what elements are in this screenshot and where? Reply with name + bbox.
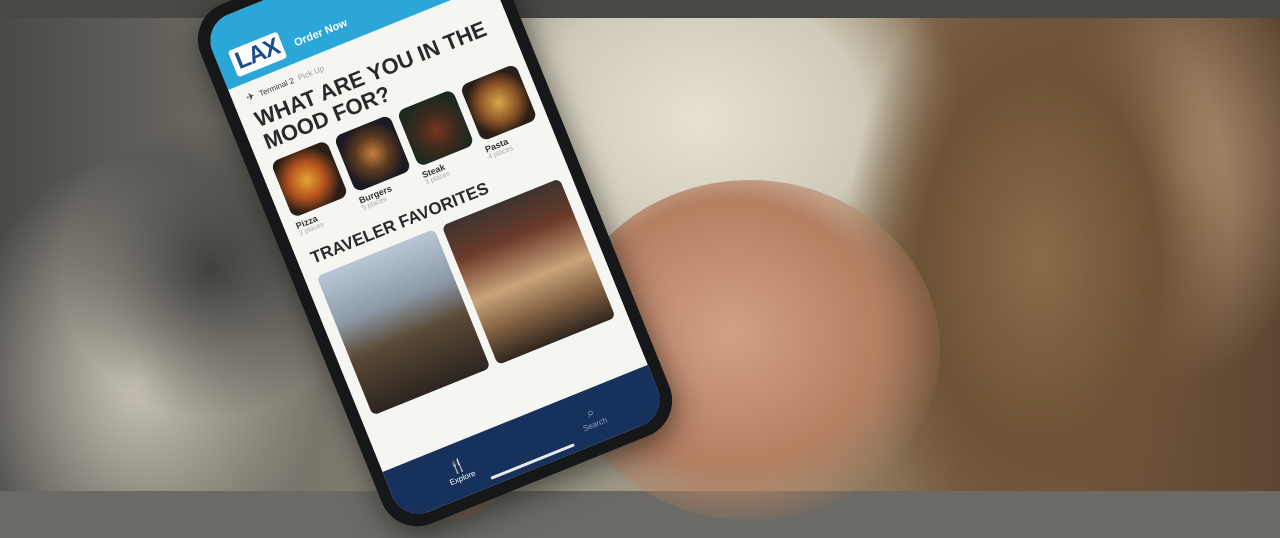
tab-search[interactable]: ⌕ Search bbox=[576, 400, 609, 433]
top-bar bbox=[0, 0, 1280, 18]
plane-icon: ✈ bbox=[244, 90, 257, 105]
tab-explore[interactable]: 🍴 Explore bbox=[442, 453, 476, 486]
